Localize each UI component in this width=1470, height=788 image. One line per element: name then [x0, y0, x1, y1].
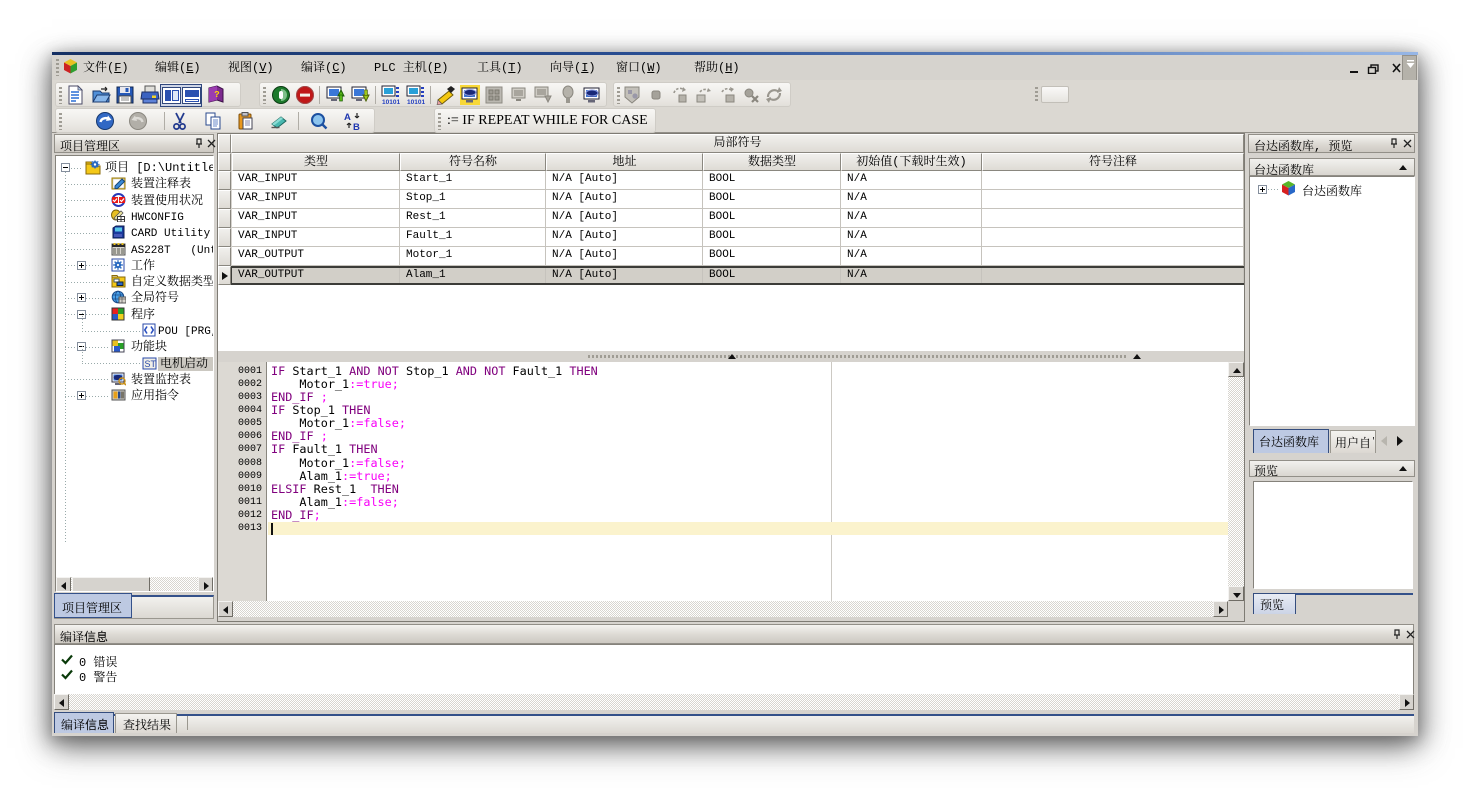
svg-text:?: ? — [214, 90, 219, 100]
svg-text:A: A — [344, 112, 351, 123]
svg-text:10101: 10101 — [382, 99, 400, 105]
svg-text:10101: 10101 — [407, 99, 425, 105]
svg-text:B: B — [353, 122, 360, 131]
svg-text:ST: ST — [145, 359, 157, 369]
